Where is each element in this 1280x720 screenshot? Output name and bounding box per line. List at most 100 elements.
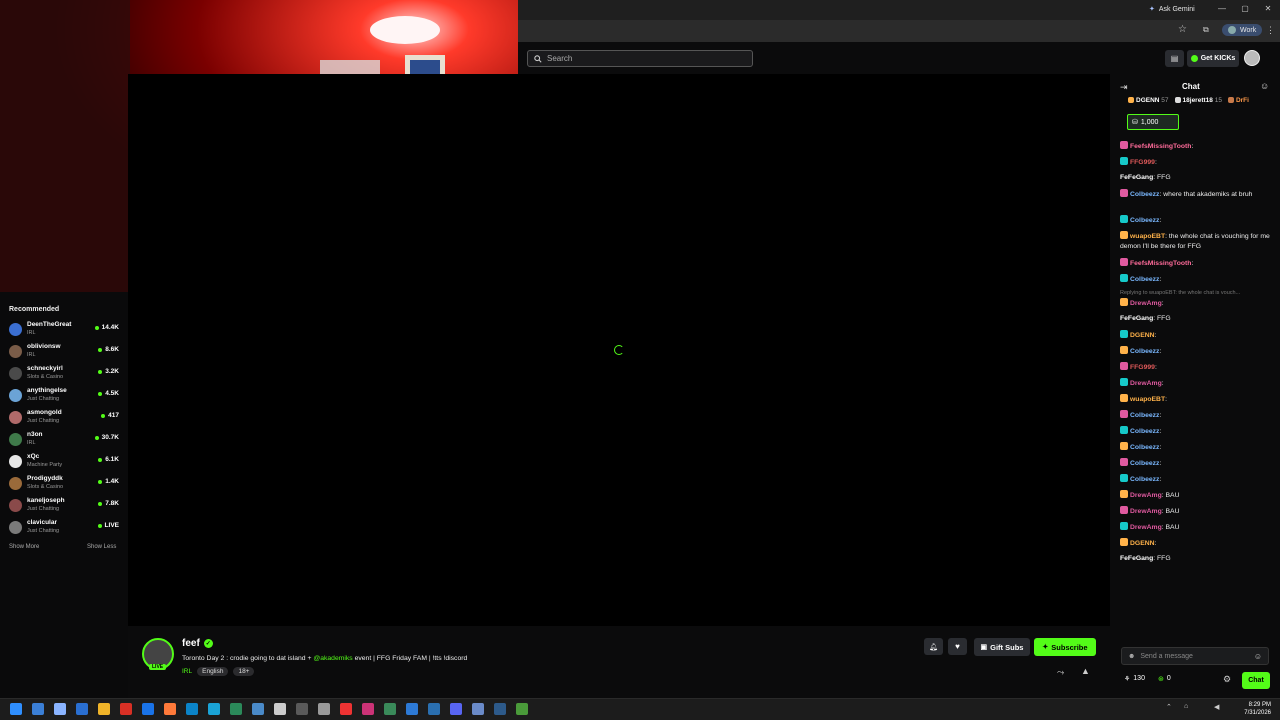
kicks-balance[interactable]: ⊛ 0 — [1158, 675, 1171, 683]
tag-mature[interactable]: 18+ — [233, 667, 255, 676]
recommended-channel[interactable]: xQc Machine Party 6.1K — [9, 452, 121, 472]
chat-settings-icon[interactable]: ⚙ — [1223, 674, 1231, 685]
chat-username[interactable]: Colbeezz — [1130, 444, 1159, 451]
recommended-channel[interactable]: Prodigyddk Slots & Casino 1.4K — [9, 474, 121, 494]
chat-username[interactable]: FeefsMissingTooth — [1130, 143, 1191, 150]
chat-username[interactable]: wuapoEBT — [1130, 396, 1165, 403]
category-link[interactable]: IRL — [182, 668, 192, 675]
minimize-button[interactable]: — — [1211, 4, 1233, 13]
taskbar-app-icon[interactable] — [142, 703, 154, 715]
taskbar-app-icon[interactable] — [208, 703, 220, 715]
report-icon[interactable]: ▲ — [1081, 666, 1090, 676]
ask-gemini-button[interactable]: ✦ Ask Gemini — [1149, 5, 1195, 14]
chat-users-icon[interactable]: ☺ — [1260, 81, 1269, 91]
chat-username[interactable]: DGENN — [1130, 540, 1155, 547]
taskbar-app-icon[interactable] — [318, 703, 330, 715]
gifter-1[interactable]: DGENN 57 — [1128, 97, 1169, 104]
profile-chip[interactable]: Work — [1222, 24, 1263, 36]
user-avatar[interactable] — [1244, 50, 1260, 66]
chat-username[interactable]: wuapoEBT — [1130, 233, 1165, 240]
chat-username[interactable]: DrewAmg — [1130, 524, 1162, 531]
chat-username[interactable]: FeFeGang — [1120, 174, 1153, 181]
streamer-name[interactable]: feef — [182, 638, 200, 649]
recommended-channel[interactable]: DeenTheGreat IRL 14.4K — [9, 320, 121, 340]
chat-username[interactable]: FeefsMissingTooth — [1130, 260, 1191, 267]
chat-username[interactable]: Colbeezz — [1130, 476, 1159, 483]
taskbar-app-icon[interactable] — [120, 703, 132, 715]
taskbar-app-icon[interactable] — [428, 703, 440, 715]
browser-menu-icon[interactable]: ⋮ — [1266, 25, 1275, 36]
chat-username[interactable]: DrewAmg — [1130, 492, 1162, 499]
recommended-channel[interactable]: anythingelse Just Chatting 4.5K — [9, 386, 121, 406]
chat-username[interactable]: FFG999 — [1130, 159, 1155, 166]
chat-username[interactable]: Colbeezz — [1130, 191, 1159, 198]
taskbar-app-icon[interactable] — [274, 703, 286, 715]
taskbar-app-icon[interactable] — [164, 703, 176, 715]
gifter-2[interactable]: 18jerett18 15 — [1174, 97, 1222, 104]
chat-send-button[interactable]: Chat — [1242, 672, 1270, 689]
chat-username[interactable]: Colbeezz — [1130, 460, 1159, 467]
system-clock[interactable]: 8:29 PM 7/31/2026 — [1243, 701, 1271, 717]
recommended-channel[interactable]: kaneljoseph Just Chatting 7.8K — [9, 496, 121, 516]
chat-username[interactable]: FeFeGang — [1120, 555, 1153, 562]
taskbar-app-icon[interactable] — [76, 703, 88, 715]
gift-subs-button[interactable]: ▣ Gift Subs — [974, 638, 1030, 656]
taskbar-app-icon[interactable] — [516, 703, 528, 715]
taskbar-app-icon[interactable] — [252, 703, 264, 715]
taskbar-app-icon[interactable] — [296, 703, 308, 715]
tag-language[interactable]: English — [197, 667, 229, 676]
pinned-kicks[interactable]: ⛁ 1,000 — [1127, 114, 1179, 130]
taskbar-app-icon[interactable] — [472, 703, 484, 715]
taskbar-app-icon[interactable] — [54, 703, 66, 715]
chat-username[interactable]: Colbeezz — [1130, 348, 1159, 355]
mention-link[interactable]: @akademiks — [313, 655, 352, 662]
chat-username[interactable]: Colbeezz — [1130, 412, 1159, 419]
recommended-channel[interactable]: asmongold Just Chatting 417 — [9, 408, 121, 428]
taskbar-app-icon[interactable] — [384, 703, 396, 715]
search-input[interactable]: Search — [527, 50, 753, 67]
notify-button[interactable]: 🔔︎ — [924, 638, 943, 655]
chat-username[interactable]: FFG999 — [1130, 364, 1155, 371]
taskbar-app-icon[interactable] — [340, 703, 352, 715]
chat-username[interactable]: DrewAmg — [1130, 300, 1162, 307]
emote-picker-icon[interactable]: ☻ — [1128, 653, 1135, 660]
taskbar-app-icon[interactable] — [494, 703, 506, 715]
browse-button[interactable]: ▤ — [1165, 50, 1184, 67]
recommended-channel[interactable]: n3on IRL 30.7K — [9, 430, 121, 450]
chat-username[interactable]: Colbeezz — [1130, 217, 1159, 224]
emoji-icon[interactable]: ☺ — [1254, 652, 1262, 661]
taskbar-app-icon[interactable] — [406, 703, 418, 715]
taskbar-app-icon[interactable] — [230, 703, 242, 715]
taskbar-app-icon[interactable] — [32, 703, 44, 715]
collapse-chat-icon[interactable]: ⇥ — [1120, 82, 1128, 93]
chat-username[interactable]: DrewAmg — [1130, 508, 1162, 515]
tray-up-icon[interactable]: ⌃ — [1166, 703, 1172, 711]
bookmark-star-icon[interactable]: ☆ — [1178, 24, 1187, 35]
start-icon[interactable] — [10, 703, 22, 715]
recommended-channel[interactable]: clavicular Just Chatting LIVE — [9, 518, 121, 538]
get-kicks-button[interactable]: Get KICKs — [1187, 50, 1239, 67]
close-window-button[interactable]: ✕ — [1257, 4, 1279, 13]
taskbar-app-icon[interactable] — [186, 703, 198, 715]
network-icon[interactable]: ⌂ — [1184, 703, 1188, 710]
recommended-channel[interactable]: oblivionsw IRL 8.6K — [9, 342, 121, 362]
chat-username[interactable]: DrewAmg — [1130, 380, 1162, 387]
volume-icon[interactable]: ◀ — [1214, 703, 1219, 711]
chat-username[interactable]: FeFeGang — [1120, 315, 1153, 322]
maximize-button[interactable]: ▢ — [1234, 4, 1256, 13]
taskbar-app-icon[interactable] — [450, 703, 462, 715]
taskbar-app-icon[interactable] — [362, 703, 374, 715]
channel-points[interactable]: ⚘ 130 — [1124, 675, 1145, 683]
chat-username[interactable]: DGENN — [1130, 332, 1155, 339]
chat-username[interactable]: Colbeezz — [1130, 276, 1159, 283]
show-less-link[interactable]: Show Less — [87, 544, 116, 550]
chat-message-input[interactable]: ☻ Send a message ☺ — [1121, 647, 1269, 665]
recommended-channel[interactable]: schneckyirl Slots & Casino 3.2K — [9, 364, 121, 384]
chat-username[interactable]: Colbeezz — [1130, 428, 1159, 435]
show-more-link[interactable]: Show More — [9, 544, 39, 550]
gifter-3[interactable]: DrFi — [1227, 97, 1249, 104]
extensions-icon[interactable]: ⧉ — [1203, 25, 1209, 35]
follow-button[interactable]: ♥ — [948, 638, 967, 655]
subscribe-button[interactable]: ✦ Subscribe — [1034, 638, 1096, 656]
taskbar-app-icon[interactable] — [98, 703, 110, 715]
